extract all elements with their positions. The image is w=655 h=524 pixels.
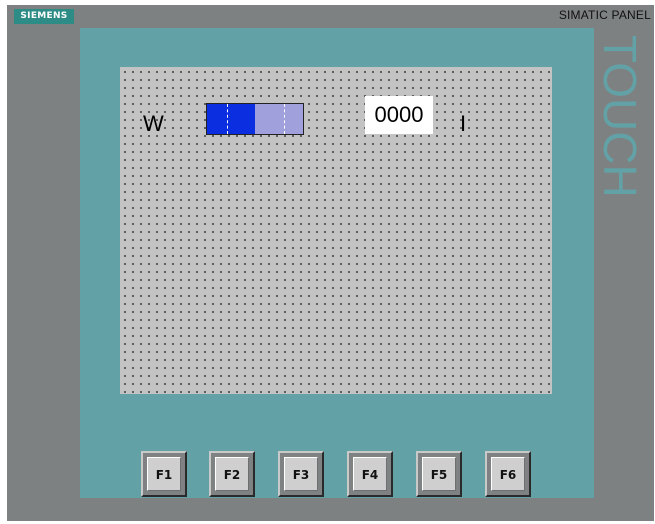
function-key-label: F5	[422, 457, 456, 491]
function-key-f2[interactable]: F2	[209, 451, 255, 497]
siemens-logo: SIEMENS	[14, 9, 74, 24]
top-gap	[380, 0, 480, 4]
bar-tick	[284, 104, 285, 134]
function-key-f3[interactable]: F3	[278, 451, 324, 497]
function-key-label: F4	[353, 457, 387, 491]
function-key-label: F6	[491, 457, 525, 491]
function-key-f1[interactable]: F1	[141, 451, 187, 497]
function-key-label: F3	[284, 457, 318, 491]
touch-text: TOUCH	[598, 35, 646, 198]
function-key-f5[interactable]: F5	[416, 451, 462, 497]
bar-graph	[206, 103, 304, 135]
label-w: W	[143, 111, 164, 136]
label-i: I	[460, 111, 467, 136]
function-key-f6[interactable]: F6	[485, 451, 531, 497]
function-key-f4[interactable]: F4	[347, 451, 393, 497]
panel-model-label: SIMATIC PANEL	[558, 8, 651, 22]
bar-tick	[227, 104, 228, 134]
numeric-io-field[interactable]: 0000	[365, 96, 433, 134]
touch-label: TOUCH	[598, 35, 646, 235]
function-key-label: F2	[215, 457, 249, 491]
function-key-label: F1	[147, 457, 181, 491]
bar-graph-fill	[207, 104, 255, 134]
hmi-screen[interactable]	[120, 67, 552, 394]
